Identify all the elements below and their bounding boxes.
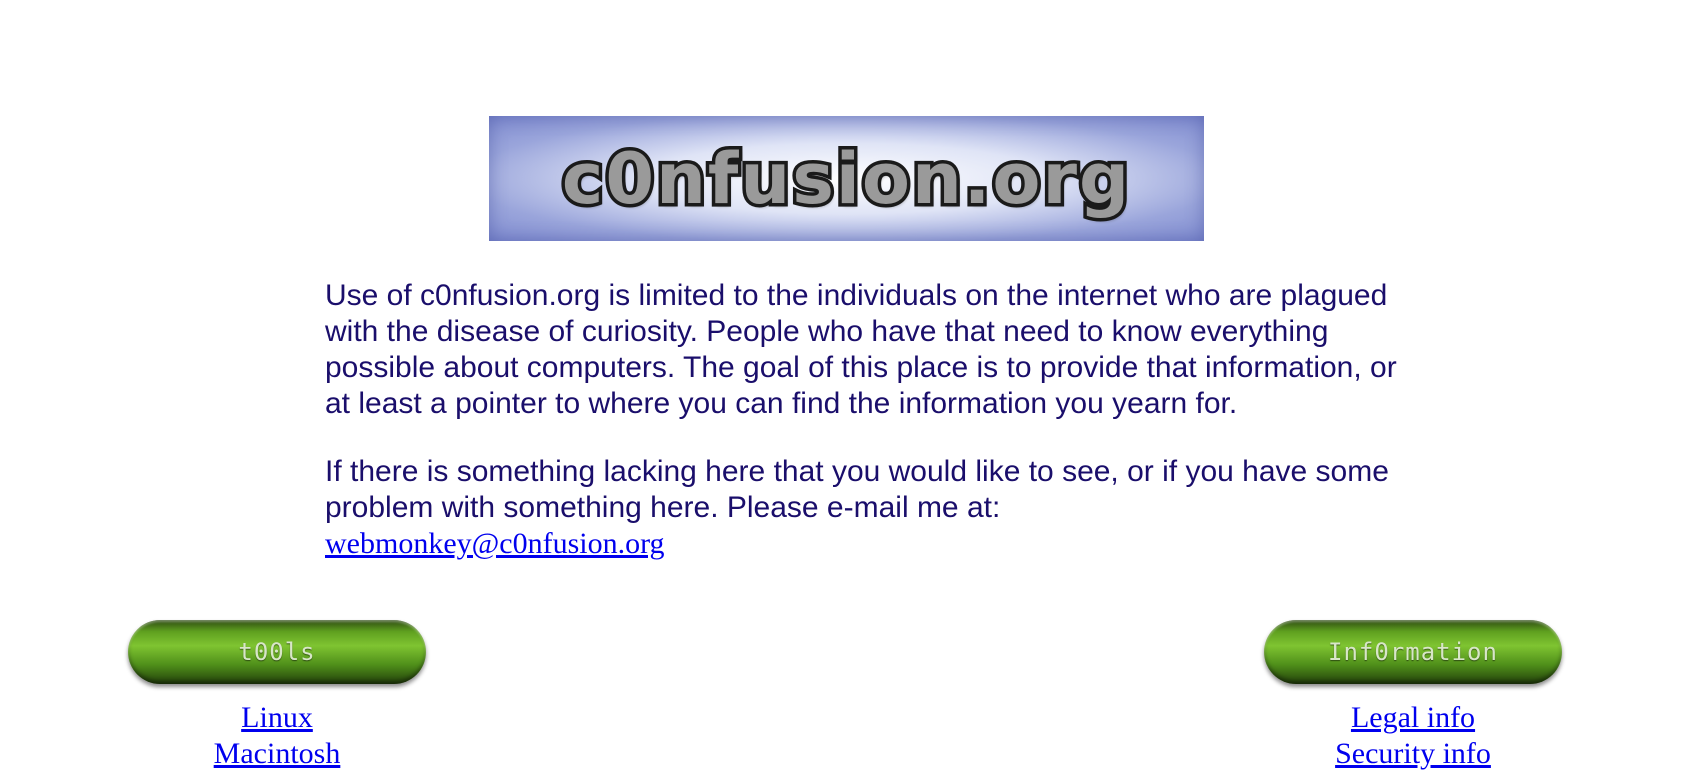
tools-button[interactable]: t00ls	[128, 620, 426, 684]
link-linux[interactable]: Linux	[127, 700, 427, 736]
site-logo-text-highlight: c0nfusion.org	[561, 137, 1132, 220]
info-links: Legal info Security info	[1263, 700, 1563, 772]
information-button[interactable]: Inf0rmation	[1264, 620, 1562, 684]
link-legal-info[interactable]: Legal info	[1263, 700, 1563, 736]
tools-button-label: t00ls	[238, 638, 316, 666]
site-logo: c0nfusion.org c0nfusion.org	[558, 137, 1132, 220]
information-button-label: Inf0rmation	[1328, 638, 1498, 666]
tools-links: Linux Macintosh	[127, 700, 427, 772]
contact-text: If there is something lacking here that …	[325, 455, 1389, 524]
intro-section: Use of c0nfusion.org is limited to the i…	[325, 278, 1425, 562]
site-logo-banner: c0nfusion.org c0nfusion.org	[489, 116, 1204, 241]
contact-paragraph: If there is something lacking here that …	[325, 454, 1425, 562]
intro-paragraph: Use of c0nfusion.org is limited to the i…	[325, 279, 1397, 420]
email-link[interactable]: webmonkey@c0nfusion.org	[325, 527, 665, 560]
link-macintosh[interactable]: Macintosh	[127, 736, 427, 772]
link-security-info[interactable]: Security info	[1263, 736, 1563, 772]
